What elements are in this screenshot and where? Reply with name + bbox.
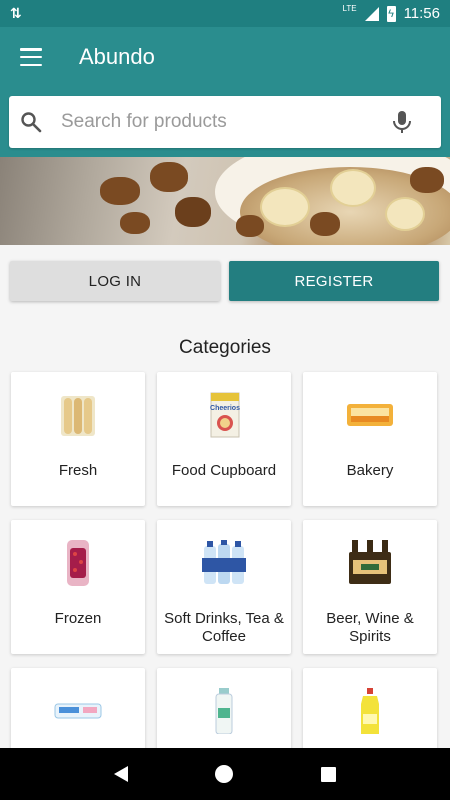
search-bar[interactable] — [9, 96, 441, 148]
categories-grid: Fresh Cheerios Food Cupboard Bakery Froz… — [11, 372, 438, 800]
search-icon — [21, 112, 42, 133]
recent-apps-icon[interactable] — [321, 766, 337, 782]
menu-icon[interactable] — [20, 48, 42, 66]
clock: 11:56 — [403, 5, 440, 22]
bleach-bottle-icon — [361, 688, 379, 734]
beer-bottles-icon — [349, 540, 391, 584]
status-icons: LTE 11:56 — [342, 4, 440, 22]
microphone-icon[interactable] — [391, 110, 413, 134]
water-bottles-icon — [202, 540, 246, 584]
cereal-box-icon: Cheerios — [210, 392, 240, 438]
spray-can-icon — [215, 688, 233, 734]
frozen-berries-icon — [67, 540, 89, 586]
app-title: Abundo — [79, 44, 155, 69]
signal-icon — [364, 6, 379, 21]
category-label: Bakery — [346, 462, 394, 479]
category-card-beer-wine-spirits[interactable]: Beer, Wine & Spirits — [303, 520, 437, 654]
auth-buttons: LOG IN REGISTER — [10, 261, 439, 301]
back-icon[interactable] — [113, 766, 128, 782]
category-card-fresh[interactable]: Fresh — [11, 372, 145, 506]
home-icon[interactable] — [215, 765, 234, 783]
search-input[interactable] — [61, 106, 371, 138]
system-navigation-bar — [0, 748, 450, 800]
cake-icon — [347, 404, 393, 426]
network-type: LTE — [342, 4, 357, 13]
status-bar: ⇅ LTE 11:56 — [0, 0, 450, 27]
data-transfer-icon: ⇅ — [10, 5, 22, 21]
category-label: Fresh — [58, 462, 98, 479]
category-card-frozen[interactable]: Frozen — [11, 520, 145, 654]
battery-icon — [386, 5, 396, 22]
login-button[interactable]: LOG IN — [10, 261, 220, 301]
wipes-icon — [54, 703, 102, 719]
category-label: Soft Drinks, Tea & Coffee — [164, 610, 284, 645]
category-label: Beer, Wine & Spirits — [326, 610, 414, 645]
banner-image — [0, 157, 450, 245]
category-card-bakery[interactable]: Bakery — [303, 372, 437, 506]
bread-rolls-icon — [61, 396, 95, 436]
category-label: Frozen — [54, 610, 102, 627]
svg-text:Cheerios: Cheerios — [210, 405, 240, 412]
category-card-food-cupboard[interactable]: Cheerios Food Cupboard — [157, 372, 291, 506]
register-button[interactable]: REGISTER — [229, 261, 439, 301]
category-card-soft-drinks[interactable]: Soft Drinks, Tea & Coffee — [157, 520, 291, 654]
category-label: Food Cupboard — [171, 462, 277, 479]
categories-heading: Categories — [179, 337, 271, 358]
